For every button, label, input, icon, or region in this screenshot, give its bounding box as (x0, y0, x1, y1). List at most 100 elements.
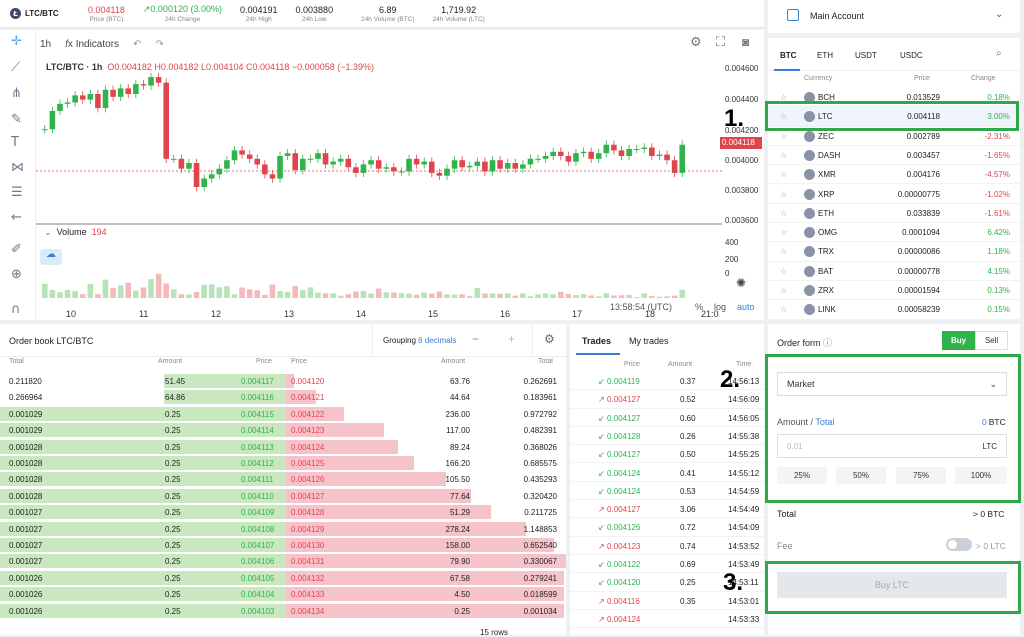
bid-price: 0.004116 (241, 393, 274, 403)
order-book-row[interactable]: 0.001027 0.25 0.004107 0.004130 158.00 0.6525… (0, 537, 566, 553)
market-row-zrx[interactable]: ☆ ZRX 0.00001594 0.13% (768, 281, 1020, 301)
volume-bar (558, 291, 564, 298)
candle (558, 151, 564, 156)
volume-bar (262, 294, 268, 298)
ask-price: 0.004129 (291, 524, 325, 534)
camera-icon[interactable]: ◙ (742, 35, 749, 49)
chart-canvas[interactable] (36, 58, 722, 303)
order-book-row[interactable]: 0.001026 0.25 0.004105 0.004132 67.58 0.27924… (0, 570, 566, 586)
tab-usdt[interactable]: USDT (855, 51, 877, 60)
volume-bar (671, 295, 678, 298)
ticker-bar: Ł LTC/BTC 0.004118 Price (BTC) ↗0.000120 (… (0, 0, 764, 28)
sell-tab[interactable]: Sell (975, 331, 1008, 350)
wallet-icon (787, 9, 799, 21)
trade-direction-icon: ↗ (598, 614, 605, 624)
order-book-row[interactable]: 0.001027 0.25 0.004106 0.004131 79.90 0.33006… (0, 553, 566, 569)
order-book-row[interactable]: 0.001026 0.25 0.004104 0.004133 4.50 0.018599 (0, 586, 566, 602)
candle (330, 161, 336, 165)
order-book-row[interactable]: 0.001028 0.25 0.004112 0.004125 166.20 0.6855… (0, 455, 566, 471)
pattern-icon[interactable]: ⋈ (11, 160, 24, 175)
order-book-settings-icon[interactable]: ⚙ (544, 332, 555, 346)
fib-icon[interactable]: ☰ (11, 185, 23, 200)
bid-amount: 0.25 (165, 590, 181, 600)
chart-settings-icon[interactable]: ✺ (736, 276, 746, 290)
market-list-panel: BTC ETH USDT USDC ⌕ Currency Price Chang… (768, 38, 1020, 320)
candle (504, 163, 511, 169)
volume-bar (429, 293, 435, 298)
redo-icon[interactable]: ↷ (155, 39, 163, 50)
search-icon[interactable]: ⌕ (996, 48, 1002, 59)
buy-tab[interactable]: Buy (942, 331, 975, 350)
order-book-row[interactable]: 0.001027 0.25 0.004108 0.004129 278.24 1.1488… (0, 521, 566, 537)
order-book-row[interactable]: 0.001028 0.25 0.004110 0.004127 77.64 0.32042… (0, 488, 566, 504)
undo-icon[interactable]: ↶ (133, 39, 141, 50)
percent-toggle[interactable]: % (695, 302, 703, 312)
zoom-icon[interactable]: ⊕ (11, 267, 22, 282)
pitchfork-icon[interactable]: ⋔ (11, 86, 22, 101)
trade-direction-icon: ↙ (598, 450, 605, 460)
volume-bar (466, 295, 473, 298)
bid-amount: 0.25 (165, 459, 181, 468)
ask-depth-bar (286, 587, 564, 602)
candle (224, 160, 230, 169)
market-symbol: TRX (818, 247, 834, 257)
market-row-dash[interactable]: ☆ DASH 0.003457 -1.65% (768, 146, 1020, 166)
brush-icon[interactable]: ✎ (11, 112, 22, 127)
order-book-row[interactable]: 0.001028 0.25 0.004113 0.004124 89.24 0.36802… (0, 439, 566, 455)
order-book-row[interactable]: 0.001028 0.25 0.004111 0.004126 105.50 0.4352… (0, 471, 566, 487)
grouping-minus-button[interactable]: − (472, 332, 479, 346)
order-book-row[interactable]: 0.266964 64.86 0.004116 0.004121 44.64 0.1839… (0, 389, 566, 405)
text-icon[interactable]: T (11, 135, 19, 150)
ask-total: 0.435293 (523, 475, 557, 485)
fee-value: > 0 LTC (976, 541, 1006, 551)
account-selector[interactable]: Main Account ⌄ (768, 0, 1020, 33)
market-row-trx[interactable]: ☆ TRX 0.00000086 1.18% (768, 242, 1020, 262)
market-row-xmr[interactable]: ☆ XMR 0.004176 -4.57% (768, 165, 1020, 185)
fee-toggle[interactable] (946, 538, 972, 551)
ask-price: 0.004134 (291, 606, 325, 616)
pair-selector[interactable]: Ł LTC/BTC (0, 8, 70, 19)
indicators-button[interactable]: fx Indicators (65, 39, 119, 50)
market-row-bat[interactable]: ☆ BAT 0.00000778 4.15% (768, 262, 1020, 281)
crosshair-icon[interactable]: ✛ (11, 34, 22, 49)
candle (201, 178, 207, 187)
order-book-row[interactable]: 0.001029 0.25 0.004115 0.004122 236.00 0.9727… (0, 406, 566, 422)
auto-toggle[interactable]: auto (737, 302, 755, 312)
bid-amount: 0.25 (165, 442, 181, 452)
volume-bar (345, 294, 352, 298)
market-row-xrp[interactable]: ☆ XRP 0.00000775 -1.02% (768, 185, 1020, 204)
rows-selector[interactable]: 15 rows (480, 628, 508, 637)
market-row-omg[interactable]: ☆ OMG 0.0001094 6.42% (768, 223, 1020, 243)
candle (550, 151, 556, 156)
tab-my-trades[interactable]: My trades (629, 336, 669, 346)
order-book-row[interactable]: 0.001029 0.25 0.004114 0.004123 117.00 0.4823… (0, 422, 566, 438)
market-change: 6.42% (987, 228, 1010, 238)
ruler-icon[interactable]: ✐ (11, 242, 22, 257)
trendline-icon[interactable]: ⟋ (11, 60, 20, 75)
grouping-plus-button[interactable]: + (508, 332, 515, 346)
order-book-row[interactable]: 0.001026 0.25 0.004103 0.004134 0.25 0.001034 (0, 603, 566, 619)
market-row-link[interactable]: ☆ LINK 0.00058239 0.15% (768, 300, 1020, 320)
total-label: Total (777, 509, 797, 519)
interval-button[interactable]: 1h (40, 39, 51, 50)
order-book-row[interactable]: 0.211820 51.45 0.004117 0.004120 63.76 0.2626… (0, 373, 566, 389)
trade-direction-icon: ↗ (598, 395, 605, 405)
volume-bar (611, 295, 617, 298)
bid-price: 0.004107 (241, 541, 275, 550)
coin-icon (804, 285, 815, 296)
fullscreen-icon[interactable]: ⛶ (716, 34, 725, 50)
tab-btc[interactable]: BTC (780, 51, 796, 60)
magnet-icon[interactable]: ∩ (11, 302, 21, 317)
order-book-row[interactable]: 0.001027 0.25 0.004109 0.004128 51.29 0.21172… (0, 504, 566, 520)
total-value: > 0 BTC (973, 509, 1005, 519)
log-toggle[interactable]: log (714, 302, 726, 312)
volume-bar (95, 294, 101, 298)
settings-icon[interactable]: ⚙ (690, 34, 702, 50)
tab-eth[interactable]: ETH (817, 51, 833, 60)
tab-usdc[interactable]: USDC (900, 51, 923, 60)
volume-bar (565, 293, 572, 298)
market-row-eth[interactable]: ☆ ETH 0.033839 -1.61% (768, 204, 1020, 224)
back-arrow-icon[interactable]: ← (11, 210, 22, 225)
tab-trades[interactable]: Trades (582, 336, 611, 346)
volume-bar (626, 294, 632, 298)
